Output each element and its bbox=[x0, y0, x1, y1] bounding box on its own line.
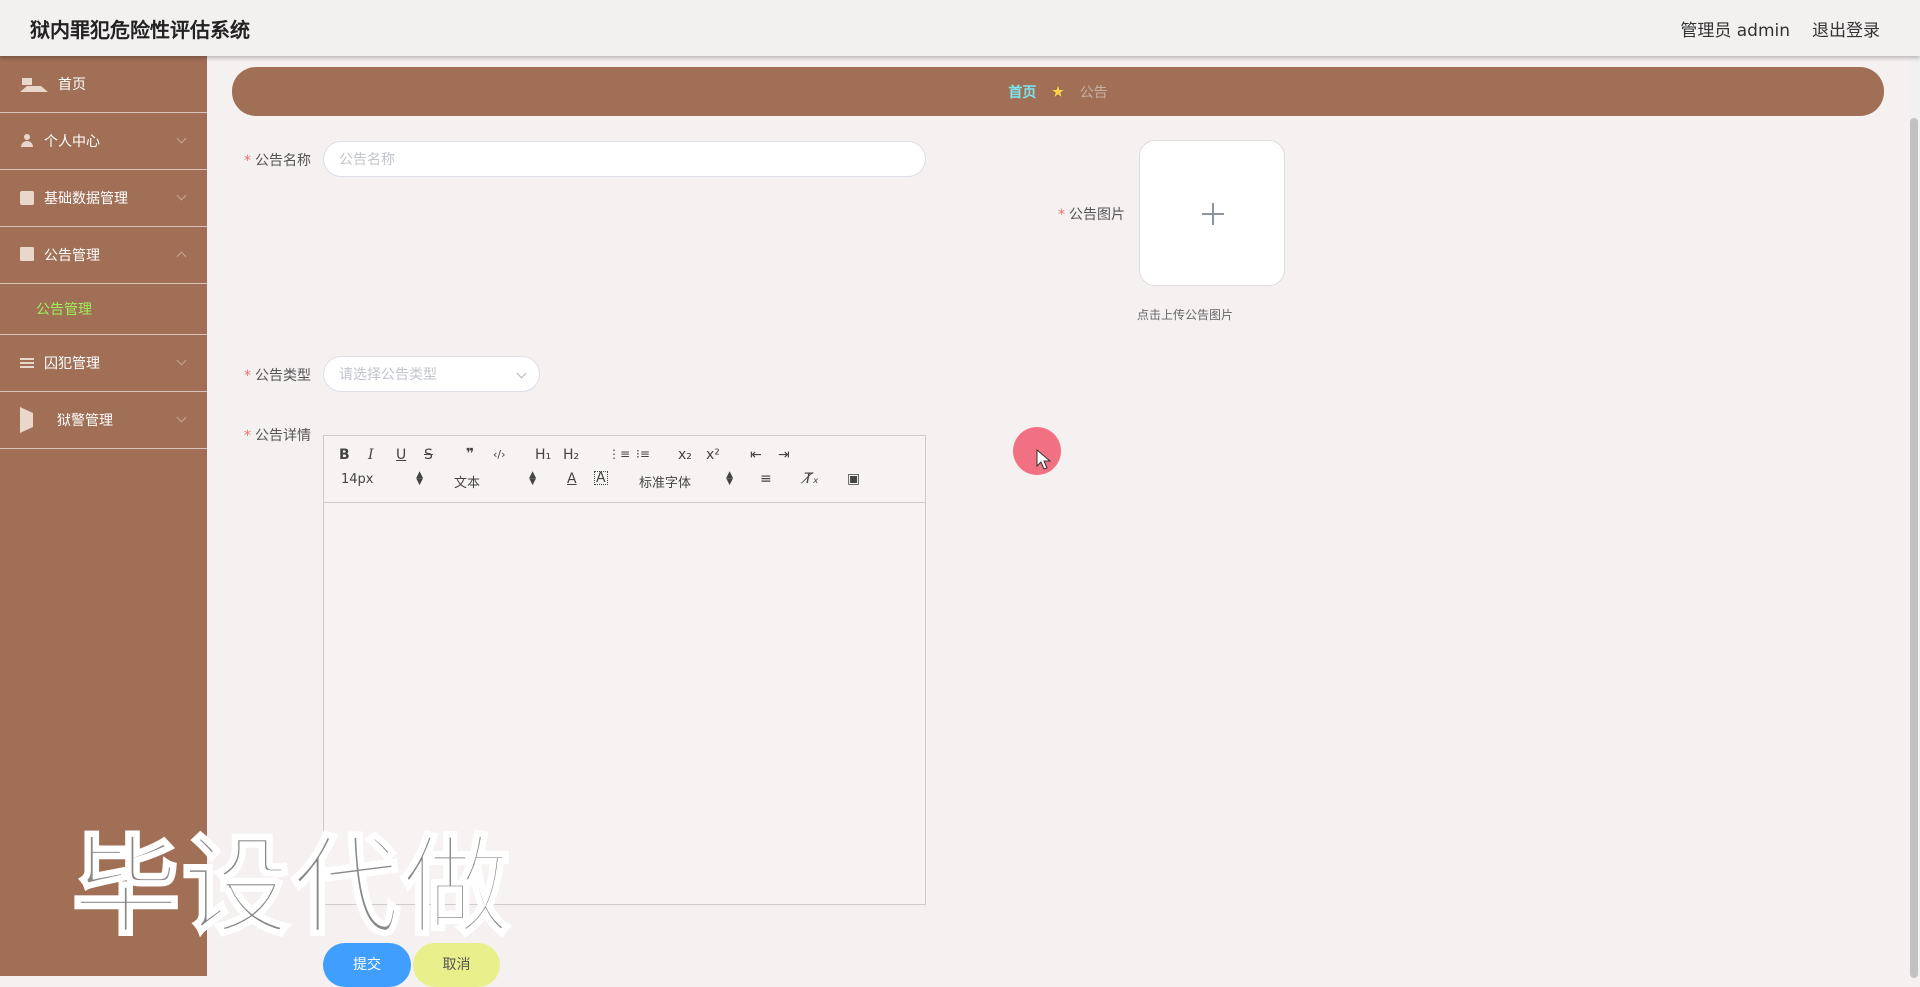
sidebar-item-label: 狱警管理 bbox=[57, 413, 113, 429]
sidebar-item-announcement[interactable]: 公告管理 bbox=[0, 227, 207, 284]
image-upload-tip: 点击上传公告图片 bbox=[1137, 308, 1234, 322]
name-input[interactable]: 公告名称 bbox=[323, 141, 926, 177]
image-button[interactable]: ▣ bbox=[847, 471, 860, 487]
sidebar-item-guard[interactable]: 狱警管理 bbox=[0, 392, 207, 449]
user-info: 管理员 admin bbox=[1680, 21, 1790, 41]
code-button[interactable]: ‹/› bbox=[493, 448, 506, 461]
sidebar-subitem-announcement[interactable]: 公告管理 bbox=[0, 284, 207, 335]
sidebar-item-label: 公告管理 bbox=[44, 248, 100, 264]
detail-label: * 公告详情 bbox=[244, 428, 311, 444]
indent-button[interactable]: ⇥ bbox=[778, 447, 790, 463]
header-select[interactable]: 文本 ▲ ▼ bbox=[454, 470, 536, 492]
image-label: * 公告图片 bbox=[1058, 207, 1125, 223]
chevron-down-icon bbox=[516, 368, 527, 379]
home-icon bbox=[20, 72, 48, 92]
chevron-up-icon bbox=[176, 251, 187, 262]
sidebar-item-label: 个人中心 bbox=[44, 134, 100, 150]
chevron-down-icon bbox=[176, 355, 187, 366]
updown-icon: ▲ ▼ bbox=[529, 470, 536, 487]
chevron-down-icon bbox=[176, 133, 187, 144]
ordered-list-button[interactable]: ⋮≡ bbox=[608, 447, 630, 461]
name-label: * 公告名称 bbox=[244, 153, 311, 169]
font-size-select[interactable]: 14px ▲ ▼ bbox=[341, 470, 423, 488]
font-family-select[interactable]: 标准字体 ▲ ▼ bbox=[639, 470, 733, 492]
font-color-button[interactable]: A bbox=[567, 471, 577, 487]
strike-button[interactable]: S bbox=[424, 447, 433, 463]
star-icon: ★ bbox=[1050, 82, 1066, 101]
mouse-cursor-icon bbox=[1036, 449, 1052, 470]
sidebar-item-personal-center[interactable]: 个人中心 bbox=[0, 113, 207, 170]
align-button[interactable]: ≡ bbox=[760, 471, 772, 487]
chevron-down-icon bbox=[176, 412, 187, 423]
updown-icon: ▲ ▼ bbox=[416, 470, 423, 487]
sidebar-item-label: 首页 bbox=[58, 77, 86, 93]
plane-icon bbox=[20, 407, 47, 433]
type-select[interactable]: 请选择公告类型 bbox=[323, 356, 540, 392]
sidebar-item-label: 基础数据管理 bbox=[44, 191, 128, 207]
breadcrumb: 首页 ★ 公告 bbox=[232, 67, 1884, 116]
scrollbar-thumb[interactable] bbox=[1910, 118, 1918, 978]
monitor-icon bbox=[20, 247, 34, 261]
data-icon bbox=[20, 191, 34, 205]
type-select-placeholder: 请选择公告类型 bbox=[339, 367, 437, 383]
sidebar-item-basic-data[interactable]: 基础数据管理 bbox=[0, 170, 207, 227]
italic-button[interactable]: I bbox=[368, 447, 374, 463]
user-icon bbox=[20, 134, 34, 148]
top-bar: 狱内罪犯危险性评估系统 管理员 admin 退出登录 bbox=[0, 0, 1920, 56]
sidebar-item-label: 囚犯管理 bbox=[44, 356, 100, 372]
clean-format-button[interactable]: T̸ₓ bbox=[804, 471, 819, 487]
underline-button[interactable]: U bbox=[396, 447, 406, 463]
breadcrumb-home[interactable]: 首页 bbox=[1008, 85, 1036, 101]
breadcrumb-current: 公告 bbox=[1079, 85, 1108, 101]
sidebar-item-home[interactable]: 首页 bbox=[0, 56, 207, 113]
updown-icon: ▲ ▼ bbox=[726, 470, 733, 487]
chevron-down-icon bbox=[176, 190, 187, 201]
logout-link[interactable]: 退出登录 bbox=[1812, 16, 1880, 41]
image-upload[interactable] bbox=[1139, 140, 1285, 286]
plus-icon bbox=[1202, 203, 1224, 225]
type-label: * 公告类型 bbox=[244, 368, 311, 384]
outdent-button[interactable]: ⇤ bbox=[750, 447, 762, 463]
page-scrollbar[interactable] bbox=[1908, 56, 1920, 978]
editor-toolbar: B I U S ❞ ‹/› H₁ H₂ ⋮≡ ⁝≡ x₂ x² ⇤ ⇥ 14px… bbox=[324, 436, 925, 503]
watermark: 毕设代做 bbox=[70, 824, 513, 952]
sidebar-item-prisoner[interactable]: 囚犯管理 bbox=[0, 335, 207, 392]
h1-button[interactable]: H₁ bbox=[535, 447, 551, 463]
superscript-button[interactable]: x² bbox=[706, 447, 720, 463]
bullet-list-button[interactable]: ⁝≡ bbox=[636, 447, 650, 461]
background-color-button[interactable]: A bbox=[594, 471, 608, 485]
app-title: 狱内罪犯危险性评估系统 bbox=[30, 18, 250, 42]
h2-button[interactable]: H₂ bbox=[563, 447, 579, 463]
quote-button[interactable]: ❞ bbox=[466, 446, 474, 462]
list-icon bbox=[20, 356, 34, 370]
bold-button[interactable]: B bbox=[339, 447, 350, 463]
subscript-button[interactable]: x₂ bbox=[678, 447, 692, 463]
